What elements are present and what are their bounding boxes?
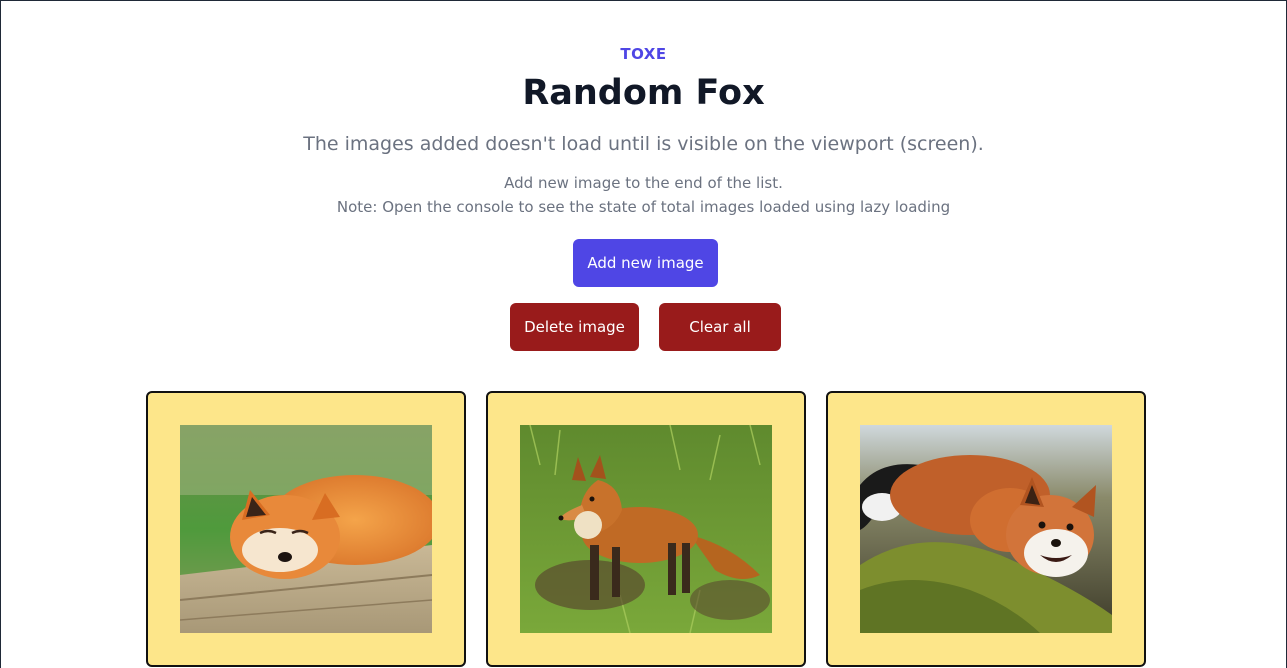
add-image-button[interactable]: Add new image [573,239,718,287]
image-card [826,391,1146,667]
delete-image-button[interactable]: Delete image [510,303,639,351]
brand-label: TOXE [620,45,667,63]
page-subtitle: The images added doesn't load until is v… [303,133,984,155]
sleeping-fox-photo [180,425,432,633]
console-note-text: Note: Open the console to see the state … [336,198,951,216]
fox-image [520,425,772,633]
fox-image [860,425,1112,633]
image-card [486,391,806,667]
smiling-fox-photo [860,425,1112,633]
fox-image [180,425,432,633]
clear-all-button[interactable]: Clear all [659,303,781,351]
instruction-text: Add new image to the end of the list. [504,174,783,192]
standing-fox-photo [520,425,772,633]
image-card [146,391,466,667]
page-title: Random Fox [522,73,765,113]
